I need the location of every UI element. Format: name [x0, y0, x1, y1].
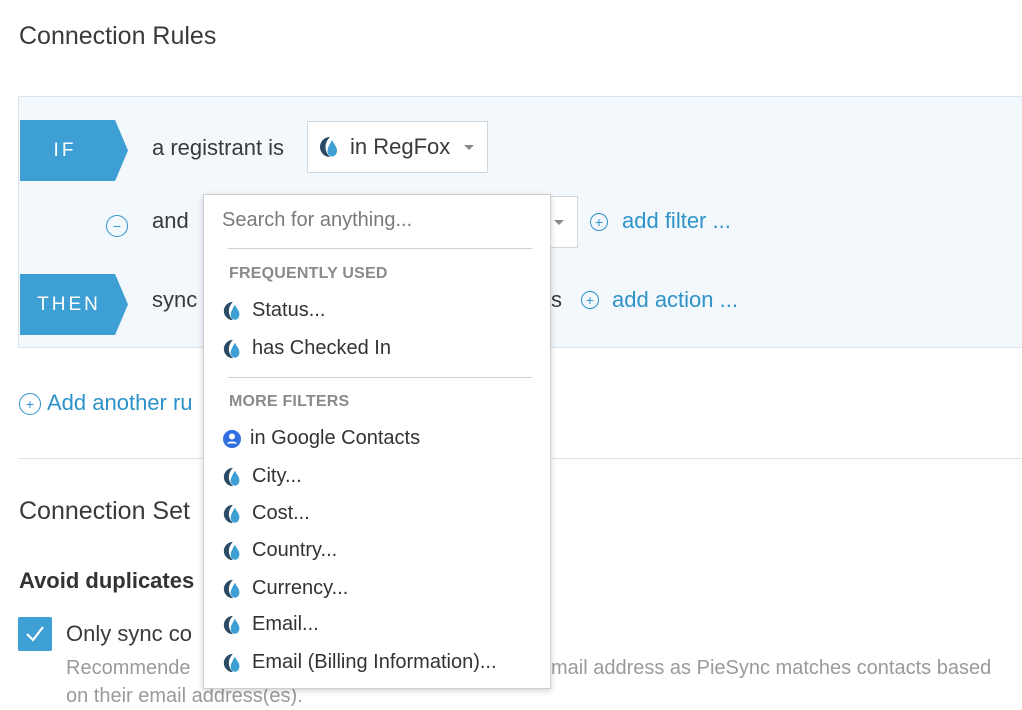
add-rule-icon[interactable]: + — [19, 393, 41, 415]
dropdown-item-label: Status... — [252, 299, 326, 321]
regfox-icon — [223, 504, 240, 523]
if-tag: IF — [20, 120, 128, 181]
action-prefix-text: sync — [152, 287, 198, 312]
search-input[interactable]: Search for anything... — [222, 209, 412, 232]
only-sync-label: Only sync co — [66, 621, 192, 646]
condition-text: a registrant is — [152, 135, 285, 160]
dropdown-item-city[interactable]: City... — [222, 465, 302, 488]
regfox-icon — [223, 615, 240, 634]
filter-join-text: and — [152, 208, 189, 233]
add-action-link[interactable]: add action ... — [612, 287, 738, 313]
dropdown-item-label: Email... — [252, 613, 319, 635]
dropdown-item-email[interactable]: Email... — [222, 613, 319, 636]
action-suffix-text: s — [551, 287, 562, 312]
remove-filter-icon[interactable]: − — [106, 215, 128, 237]
google-contacts-icon — [223, 429, 241, 448]
frequently-used-heading: FREQUENTLY USED — [229, 265, 388, 282]
add-filter-icon[interactable]: + — [590, 213, 608, 231]
dropdown-item-has-checked-in[interactable]: has Checked In — [222, 337, 391, 360]
dropdown-item-currency[interactable]: Currency... — [222, 577, 348, 600]
dropdown-divider — [228, 248, 532, 249]
filter-dropdown: Search for anything... FREQUENTLY USED S… — [203, 194, 551, 689]
regfox-icon — [223, 653, 240, 672]
dropdown-item-email-billing[interactable]: Email (Billing Information)... — [222, 651, 497, 674]
then-tag: THEN — [20, 274, 128, 335]
dropdown-item-country[interactable]: Country... — [222, 539, 337, 562]
regfox-icon — [223, 467, 240, 486]
more-filters-heading: MORE FILTERS — [229, 393, 350, 410]
chevron-down-icon — [553, 219, 564, 225]
source-select[interactable]: in RegFox — [307, 121, 488, 173]
dropdown-item-google-contacts[interactable]: in Google Contacts — [222, 427, 420, 450]
check-icon — [26, 626, 44, 642]
source-select-value: in RegFox — [350, 134, 451, 159]
dropdown-item-label: Currency... — [252, 577, 349, 599]
dropdown-item-status[interactable]: Status... — [222, 299, 325, 322]
add-rule-link[interactable]: Add another ru — [47, 390, 193, 416]
dropdown-divider — [228, 377, 532, 378]
regfox-icon — [223, 541, 240, 560]
page-title: Connection Rules — [19, 22, 217, 50]
regfox-icon — [223, 579, 240, 598]
only-sync-checkbox[interactable] — [18, 617, 52, 651]
dropdown-item-cost[interactable]: Cost... — [222, 502, 310, 525]
dropdown-item-label: Cost... — [252, 502, 310, 524]
settings-title: Connection Set — [19, 497, 190, 525]
chevron-down-icon — [464, 144, 475, 150]
add-filter-link[interactable]: add filter ... — [622, 208, 731, 234]
dropdown-item-label: Email (Billing Information)... — [252, 651, 497, 673]
dropdown-item-label: has Checked In — [252, 337, 391, 359]
regfox-icon — [223, 339, 240, 358]
dropdown-item-label: Country... — [252, 539, 338, 561]
regfox-icon — [223, 301, 240, 320]
recommendation-text-right: mail address as PieSync matches contacts… — [551, 657, 992, 679]
regfox-icon — [320, 137, 337, 157]
add-action-icon[interactable]: + — [581, 291, 599, 309]
dropdown-item-label: in Google Contacts — [250, 427, 421, 449]
dropdown-item-label: City... — [252, 465, 302, 487]
avoid-duplicates-title: Avoid duplicates — [19, 568, 195, 593]
recommendation-text-left: Recommende — [66, 657, 191, 679]
